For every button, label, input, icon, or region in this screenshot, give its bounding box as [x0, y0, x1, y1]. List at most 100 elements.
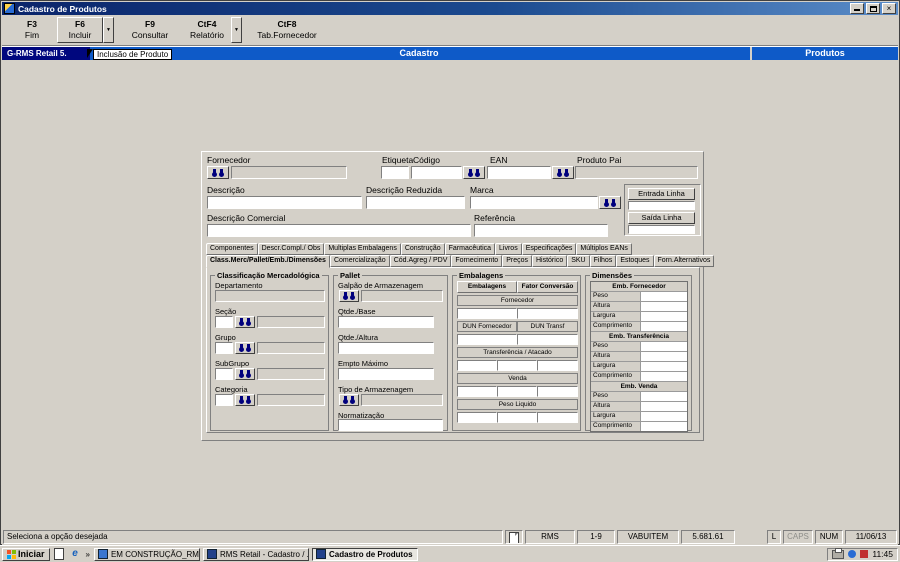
fim-button[interactable]: F3 Fim [12, 17, 52, 43]
dim-field[interactable] [641, 422, 687, 431]
grupo-code-field[interactable] [215, 342, 233, 354]
maximize-button[interactable] [866, 3, 880, 14]
dim-field[interactable] [641, 322, 687, 331]
tab-livros[interactable]: Livros [495, 243, 522, 255]
saida-linha-field[interactable] [628, 225, 695, 234]
tab-fornecimento[interactable]: Fornecimento [451, 255, 503, 267]
galpao-field[interactable] [361, 290, 443, 302]
peso-liquido-field-2[interactable] [497, 412, 537, 423]
ean-field[interactable] [487, 166, 551, 179]
task-button-1[interactable]: EM CONSTRUÇÃO_RMS ... [93, 547, 200, 561]
tab-comercializacao[interactable]: Comercialização [329, 255, 390, 267]
tab-class-merc-pallet-emb-dimensoes[interactable]: Class.Merc/Pallet/Emb./Dimensões [206, 255, 330, 268]
close-button[interactable]: × [882, 3, 896, 14]
tab-precos[interactable]: Preços [502, 255, 532, 267]
categoria-search-button[interactable] [235, 394, 255, 406]
referencia-field[interactable] [474, 224, 608, 237]
consultar-button[interactable]: F9 Consultar [124, 17, 176, 43]
codigo-field[interactable] [411, 166, 462, 179]
marca-search-button[interactable] [599, 196, 621, 209]
venda-field-3[interactable] [537, 386, 578, 397]
dim-field[interactable] [641, 352, 687, 361]
tray-icon-1[interactable] [848, 550, 857, 558]
tab-sku[interactable]: SKU [567, 255, 590, 267]
qtde-base-field[interactable] [338, 316, 434, 328]
tab-cod-agreg-pdv[interactable]: Cód.Agreg / PDV [389, 255, 452, 267]
descricao-reduzida-field[interactable] [366, 196, 465, 209]
incluir-dropdown-button[interactable]: ▼ [103, 17, 114, 43]
venda-field-1[interactable] [457, 386, 497, 397]
transferencia-field-3[interactable] [537, 360, 578, 371]
etiqueta-field[interactable] [381, 166, 409, 179]
subgrupo-desc-field[interactable] [257, 368, 325, 380]
dim-field[interactable] [641, 412, 687, 421]
grupo-search-button[interactable] [235, 342, 255, 354]
ean-search-button[interactable] [552, 166, 574, 179]
descricao-field[interactable] [207, 196, 362, 209]
tab-multiplas-embalagens[interactable]: Multiplas Embalagens [324, 243, 401, 255]
start-button[interactable]: Iniciar [2, 547, 50, 561]
quicklaunch-document-icon[interactable] [53, 548, 66, 561]
dim-field[interactable] [641, 362, 687, 371]
galpao-search-button[interactable] [339, 290, 359, 302]
qtde-altura-field[interactable] [338, 342, 434, 354]
dim-field[interactable] [641, 292, 687, 301]
tab-historico[interactable]: Histórico [531, 255, 568, 267]
tab-farmaceutica[interactable]: Farmacêutica [444, 243, 496, 255]
task-button-2[interactable]: RMS Retail - Cadastro / ... [202, 547, 309, 561]
task-button-3-active[interactable]: Cadastro de Produtos [311, 547, 418, 561]
secao-code-field[interactable] [215, 316, 233, 328]
dun-transf-field[interactable] [517, 334, 578, 345]
fornecedor-field[interactable] [231, 166, 347, 179]
saida-linha-button[interactable]: Saída Linha [628, 212, 695, 224]
marca-field[interactable] [470, 196, 598, 209]
dim-field[interactable] [641, 402, 687, 411]
normatizacao-field[interactable] [338, 419, 443, 431]
dim-field[interactable] [641, 392, 687, 401]
tab-especificacoes[interactable]: Especificações [521, 243, 577, 255]
fornecedor-embalagem-field[interactable] [457, 308, 517, 319]
dim-field[interactable] [641, 312, 687, 321]
dun-fornecedor-field[interactable] [457, 334, 517, 345]
venda-field-2[interactable] [497, 386, 537, 397]
peso-liquido-field-1[interactable] [457, 412, 497, 423]
tab-forn-alternativos[interactable]: Forn.Alternativos [653, 255, 715, 267]
minimize-button[interactable] [850, 3, 864, 14]
tray-icon-2[interactable] [860, 550, 869, 558]
fornecedor-search-button[interactable] [207, 166, 229, 179]
empto-maximo-field[interactable] [338, 368, 434, 380]
tab-descr-compl-obs[interactable]: Descr.Compl./ Obs [257, 243, 325, 255]
tipo-armazenagem-search-button[interactable] [339, 394, 359, 406]
transferencia-field-2[interactable] [497, 360, 537, 371]
quicklaunch-browser-icon[interactable]: e [69, 548, 82, 561]
categoria-desc-field[interactable] [257, 394, 325, 406]
dim-field[interactable] [641, 372, 687, 381]
tab-construcao[interactable]: Construção [400, 243, 445, 255]
entrada-linha-button[interactable]: Entrada Linha [628, 188, 695, 200]
dim-field[interactable] [641, 302, 687, 311]
peso-liquido-field-3[interactable] [537, 412, 578, 423]
codigo-search-button[interactable] [463, 166, 485, 179]
categoria-code-field[interactable] [215, 394, 233, 406]
descricao-comercial-field[interactable] [207, 224, 471, 237]
subgrupo-search-button[interactable] [235, 368, 255, 380]
tipo-armazenagem-field[interactable] [361, 394, 443, 406]
tab-estoques[interactable]: Estoques [616, 255, 654, 267]
entrada-linha-field[interactable] [628, 201, 695, 210]
tab-fornecedor-button[interactable]: CtF8 Tab.Fornecedor [250, 17, 324, 43]
tab-filhos[interactable]: Filhos [589, 255, 617, 267]
subgrupo-code-field[interactable] [215, 368, 233, 380]
dim-field[interactable] [641, 342, 687, 351]
secao-search-button[interactable] [235, 316, 255, 328]
transferencia-field-1[interactable] [457, 360, 497, 371]
relatorio-button[interactable]: CtF4 Relatório [183, 17, 231, 43]
secao-desc-field[interactable] [257, 316, 325, 328]
departamento-field[interactable] [215, 290, 325, 302]
incluir-button[interactable]: F6 Incluir [57, 17, 103, 43]
quicklaunch-overflow-chevron[interactable]: » [85, 550, 91, 559]
tab-multiplos-eans[interactable]: Múltiplos EANs [576, 243, 632, 255]
fornecedor-fator-field[interactable] [517, 308, 578, 319]
produto-pai-field[interactable] [575, 166, 698, 179]
tab-componentes[interactable]: Componentes [206, 243, 258, 255]
printer-icon[interactable] [832, 547, 845, 559]
